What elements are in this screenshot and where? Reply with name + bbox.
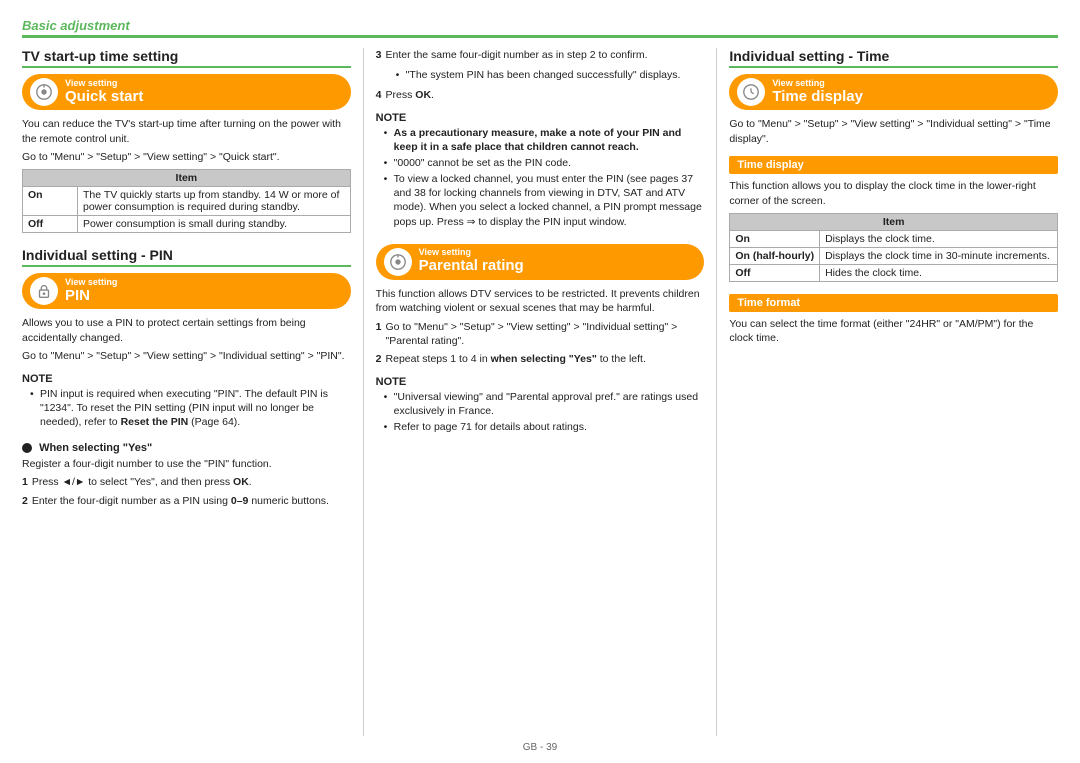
time-display-badge: View setting Time display [729, 74, 1058, 110]
col2-note: NOTE As a precautionary measure, make a … [376, 112, 705, 231]
when-selecting-heading: When selecting "Yes" [22, 442, 351, 454]
step-3: 3 Enter the same four-digit number as in… [376, 48, 705, 62]
col2: 3 Enter the same four-digit number as in… [376, 48, 705, 736]
pin-heading: Individual setting - PIN [22, 247, 351, 267]
step3-sub-list: "The system PIN has been changed success… [376, 68, 705, 84]
quick-start-badge: View setting Quick start [22, 74, 351, 110]
parental-step-2: 2 Repeat steps 1 to 4 in when selecting … [376, 352, 705, 366]
table-cell-item: On [23, 187, 78, 216]
parental-step-1-text: Go to "Menu" > "Setup" > "View setting" … [386, 320, 705, 348]
quick-start-table: Item On The TV quickly starts up from st… [22, 169, 351, 233]
pin-badge: View setting PIN [22, 273, 351, 309]
time-display-table: Item On Displays the clock time. On (hal… [729, 213, 1058, 282]
step-4-text: Press OK. [386, 88, 434, 102]
col-divider-2 [716, 48, 717, 736]
time-display-icon [737, 78, 765, 106]
parental-icon [384, 248, 412, 276]
time-display-text: View setting Time display [772, 79, 863, 106]
time-format-desc: You can select the time format (either "… [729, 317, 1058, 346]
when-selecting-desc: Register a four-digit number to use the … [22, 457, 351, 472]
footer: GB - 39 [22, 736, 1058, 753]
note-item: "0000" cannot be set as the PIN code. [384, 156, 705, 170]
table-header: Item [23, 170, 351, 187]
table-row: On (half-hourly) Displays the clock time… [730, 247, 1058, 264]
individual-time-heading: Individual setting - Time [729, 48, 1058, 68]
note-item: To view a locked channel, you must enter… [384, 172, 705, 229]
table-header: Item [730, 213, 1058, 230]
time-display-sub-desc: This function allows you to display the … [729, 179, 1058, 208]
bullet-icon [22, 443, 32, 453]
table-cell-desc: Displays the clock time. [820, 230, 1058, 247]
table-cell-desc: Hides the clock time. [820, 264, 1058, 281]
quick-start-icon [30, 78, 58, 106]
note-item: As a precautionary measure, make a note … [384, 126, 705, 154]
step-1-text: Press ◄/► to select "Yes", and then pres… [32, 475, 252, 489]
col3: Individual setting - Time View setting T… [729, 48, 1058, 736]
step-2: 2 Enter the four-digit number as a PIN u… [22, 494, 351, 508]
table-cell-item: Off [23, 216, 78, 233]
step-1: 1 Press ◄/► to select "Yes", and then pr… [22, 475, 351, 489]
pin-note-list: PIN input is required when executing "PI… [22, 387, 351, 430]
parental-note: NOTE "Universal viewing" and "Parental a… [376, 376, 705, 437]
parental-step-2-text: Repeat steps 1 to 4 in when selecting "Y… [386, 352, 646, 366]
quick-start-text: View setting Quick start [65, 79, 143, 106]
quick-start-desc: You can reduce the TV's start-up time af… [22, 117, 351, 146]
step-3-text: Enter the same four-digit number as in s… [386, 48, 648, 62]
time-display-path: Go to "Menu" > "Setup" > "View setting" … [729, 117, 1058, 146]
note-item: PIN input is required when executing "PI… [30, 387, 351, 430]
tv-startup-heading: TV start-up time setting [22, 48, 351, 68]
pin-note: NOTE PIN input is required when executin… [22, 373, 351, 432]
step3-sub-item: "The system PIN has been changed success… [396, 68, 705, 82]
table-cell-item: On (half-hourly) [730, 247, 820, 264]
step-2-text: Enter the four-digit number as a PIN usi… [32, 494, 329, 508]
note-item: Refer to page 71 for details about ratin… [384, 420, 705, 434]
top-bar: Basic adjustment [22, 18, 1058, 38]
table-cell-desc: The TV quickly starts up from standby. 1… [78, 187, 351, 216]
quick-start-path: Go to "Menu" > "Setup" > "View setting" … [22, 150, 351, 165]
col1: TV start-up time setting View setting Qu… [22, 48, 351, 736]
pin-icon [30, 277, 58, 305]
page-container: Basic adjustment TV start-up time settin… [0, 0, 1080, 763]
table-row: Off Power consumption is small during st… [23, 216, 351, 233]
parental-desc: This function allows DTV services to be … [376, 287, 705, 316]
table-row: On Displays the clock time. [730, 230, 1058, 247]
step-4: 4 Press OK. [376, 88, 705, 102]
parental-note-list: "Universal viewing" and "Parental approv… [376, 390, 705, 435]
pin-text: View setting PIN [65, 278, 117, 305]
table-cell-desc: Power consumption is small during standb… [78, 216, 351, 233]
col-divider-1 [363, 48, 364, 736]
section-title: Basic adjustment [22, 18, 130, 33]
table-cell-item: On [730, 230, 820, 247]
time-display-sub-heading: Time display [729, 156, 1058, 174]
main-columns: TV start-up time setting View setting Qu… [22, 48, 1058, 736]
table-row: On The TV quickly starts up from standby… [23, 187, 351, 216]
table-cell-item: Off [730, 264, 820, 281]
table-row: Off Hides the clock time. [730, 264, 1058, 281]
pin-path: Go to "Menu" > "Setup" > "View setting" … [22, 349, 351, 364]
time-format-sub-heading: Time format [729, 294, 1058, 312]
table-cell-desc: Displays the clock time in 30-minute inc… [820, 247, 1058, 264]
parental-text: View setting Parental rating [419, 248, 524, 275]
col2-note-list: As a precautionary measure, make a note … [376, 126, 705, 229]
footer-text: GB - 39 [523, 742, 557, 753]
parental-step-1: 1 Go to "Menu" > "Setup" > "View setting… [376, 320, 705, 348]
pin-desc: Allows you to use a PIN to protect certa… [22, 316, 351, 345]
note-item: "Universal viewing" and "Parental approv… [384, 390, 705, 418]
parental-rating-badge: View setting Parental rating [376, 244, 705, 280]
